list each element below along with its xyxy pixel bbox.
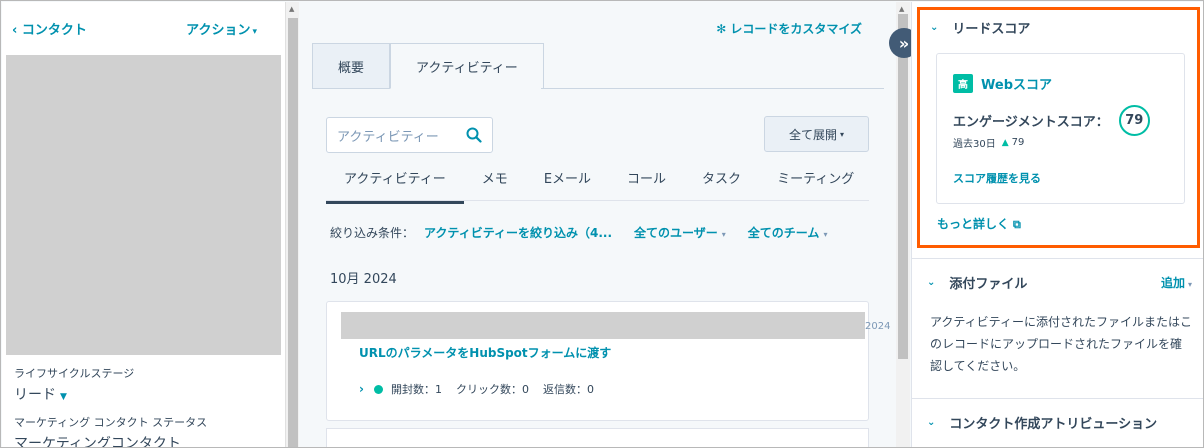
lead-score-title: リードスコア — [952, 22, 1031, 37]
scrollbar-thumb[interactable] — [288, 18, 298, 447]
main-panel: ✻ レコードをカスタマイズ 概要 アクティビティー アクティビティー 全て展開 ▾ … — [299, 2, 896, 447]
actions-label: アクション — [186, 22, 251, 38]
caret-down-icon: ▾ — [721, 230, 726, 239]
trend-up-icon: ▲ — [1001, 137, 1009, 148]
subtab-notes[interactable]: メモ — [464, 162, 526, 204]
lifecycle-label: ライフサイクルステージ — [14, 367, 135, 380]
left-scrollbar[interactable]: ▲ — [285, 2, 299, 447]
subtab-meetings[interactable]: ミーティング — [759, 162, 872, 204]
opens-count: 開封数：1 — [390, 383, 442, 396]
card-date: 2024 — [865, 321, 891, 332]
engagement-score-row: エンゲージメントスコア： 79 — [953, 105, 1150, 136]
lead-score-card: 高 Webスコア エンゲージメントスコア： 79 過去30日 ▲ 79 スコア履… — [936, 53, 1185, 204]
chevron-down-icon: ⌄ — [927, 277, 936, 288]
subtab-activities[interactable]: アクティビティー — [326, 162, 464, 204]
learn-more-label: もっと詳しく — [937, 217, 1010, 231]
contact-properties: ライフサイクルステージ リード ▼ マーケティング コンタクト ステータス マーケ… — [14, 365, 274, 448]
score-level-badge: 高 — [953, 74, 973, 93]
chevron-down-icon: ⌄ — [930, 22, 939, 33]
subtab-tasks[interactable]: タスク — [684, 162, 759, 204]
external-link-icon: ⧉ — [1013, 218, 1021, 231]
actions-dropdown[interactable]: アクション ▾ — [186, 19, 257, 38]
lifecycle-value: リード — [14, 387, 56, 403]
subtab-calls[interactable]: コール — [609, 162, 684, 204]
activity-card: 2024 URLのパラメータをHubSpotフォームに渡す › 開封数：1 クリ… — [326, 301, 890, 421]
gear-icon: ✻ — [716, 22, 727, 36]
activity-search-input[interactable]: アクティビティー — [326, 117, 493, 153]
record-tabs: 概要 アクティビティー — [312, 43, 544, 89]
add-label: 追加 — [1160, 276, 1185, 290]
activity-card — [326, 428, 869, 447]
attribution-section: ⌄ コンタクト作成アトリビューション — [912, 398, 1203, 447]
attachments-header: ⌄ 添付ファイル 追加 ▾ — [927, 273, 1192, 292]
main-scrollbar[interactable]: ▲ — [896, 2, 910, 447]
activity-subtabs: アクティビティー メモ Eメール コール タスク ミーティング — [326, 162, 872, 204]
team-filter-label: 全てのチーム — [747, 226, 820, 240]
scroll-up-icon[interactable]: ▲ — [289, 5, 294, 13]
expand-all-label: 全て展開 — [788, 127, 837, 142]
attachments-toggle[interactable]: ⌄ 添付ファイル — [927, 273, 1027, 292]
customize-label: レコードをカスタマイズ — [730, 22, 862, 36]
engagement-score-value: 79 — [1118, 105, 1150, 136]
caret-down-icon: ▾ — [252, 26, 257, 37]
redacted-area — [6, 55, 281, 355]
past-30-days: 過去30日 ▲ 79 — [953, 135, 1024, 150]
caret-down-icon: ▾ — [840, 129, 845, 139]
email-stats: › 開封数：1 クリック数：0 返信数：0 — [359, 381, 608, 397]
filter-label: 絞り込み条件： — [330, 226, 415, 240]
replies-count: 返信数：0 — [542, 383, 594, 396]
lead-score-section: ⌄ リードスコア 高 Webスコア エンゲージメントスコア： 79 過去30日 ▲… — [917, 7, 1200, 248]
attribution-header[interactable]: ⌄ コンタクト作成アトリビューション — [927, 413, 1157, 432]
lead-score-header[interactable]: ⌄ リードスコア — [930, 18, 1030, 37]
add-attachment-button[interactable]: 追加 ▾ — [1161, 274, 1192, 291]
left-sidebar: ‹ コンタクト アクション ▾ ライフサイクルステージ リード ▼ マーケティング … — [2, 2, 285, 448]
chevron-down-icon: ⌄ — [927, 417, 936, 428]
user-filter-dropdown[interactable]: 全てのユーザー ▾ — [634, 224, 726, 241]
caret-down-icon: ▾ — [823, 230, 828, 239]
search-placeholder: アクティビティー — [337, 129, 439, 145]
scroll-up-icon[interactable]: ▲ — [899, 5, 904, 13]
expand-chevron-icon[interactable]: › — [359, 382, 364, 396]
activity-filter-link[interactable]: アクティビティーを絞り込み（4... — [424, 224, 612, 241]
user-filter-label: 全てのユーザー — [634, 226, 718, 240]
past-label: 過去30日 — [953, 139, 996, 150]
customize-record-link[interactable]: ✻ レコードをカスタマイズ — [716, 20, 862, 37]
attachments-section: ⌄ 添付ファイル 追加 ▾ アクティビティーに添付されたファイルまたはこのレコードに… — [912, 258, 1203, 398]
web-score-row: 高 Webスコア — [953, 74, 1052, 93]
score-history-link[interactable]: スコア履歴を見る — [953, 170, 1041, 186]
tab-activities[interactable]: アクティビティー — [390, 43, 544, 89]
activity-title-link[interactable]: URLのパラメータをHubSpotフォームに渡す — [359, 344, 611, 361]
back-to-contacts-link[interactable]: ‹ コンタクト — [12, 19, 87, 38]
app-frame: ‹ コンタクト アクション ▾ ライフサイクルステージ リード ▼ マーケティング … — [0, 0, 1204, 448]
attachments-description: アクティビティーに添付されたファイルまたはこのレコードにアップロードされたファイ… — [930, 315, 1192, 373]
learn-more-link[interactable]: もっと詳しく ⧉ — [937, 215, 1021, 232]
clicks-count: クリック数：0 — [455, 383, 529, 396]
caret-down-icon: ▾ — [1187, 280, 1192, 289]
attribution-title: コンタクト作成アトリビューション — [949, 417, 1158, 432]
scrollbar-thumb[interactable] — [898, 14, 908, 359]
caret-down-icon: ▼ — [60, 392, 67, 402]
expand-all-button[interactable]: 全て展開 ▾ — [764, 116, 869, 152]
subtab-emails[interactable]: Eメール — [526, 162, 609, 204]
search-icon — [466, 127, 482, 143]
tabs-divider — [541, 88, 884, 89]
status-dot-icon — [373, 384, 383, 394]
filter-bar: 絞り込み条件： アクティビティーを絞り込み（4... 全てのユーザー ▾ 全てのチ… — [330, 224, 849, 241]
marketing-status-label: マーケティング コンタクト ステータス — [14, 416, 208, 429]
team-filter-dropdown[interactable]: 全てのチーム ▾ — [748, 224, 828, 241]
tab-overview[interactable]: 概要 — [312, 43, 391, 89]
subtabs-divider — [326, 200, 869, 201]
redacted-area — [341, 312, 865, 339]
engagement-score-label: エンゲージメントスコア： — [953, 115, 1109, 130]
left-header: ‹ コンタクト アクション ▾ — [2, 2, 285, 54]
attachments-title: 添付ファイル — [949, 277, 1028, 292]
marketing-status-value: マーケティングコンタクト — [14, 436, 181, 448]
web-score-link[interactable]: Webスコア — [981, 74, 1052, 93]
right-sidebar: ⌄ リードスコア 高 Webスコア エンゲージメントスコア： 79 過去30日 ▲… — [911, 2, 1203, 447]
lifecycle-select[interactable]: リード ▼ — [14, 384, 274, 404]
past-value: 79 — [1011, 137, 1025, 148]
month-heading: 10月 2024 — [330, 272, 397, 287]
